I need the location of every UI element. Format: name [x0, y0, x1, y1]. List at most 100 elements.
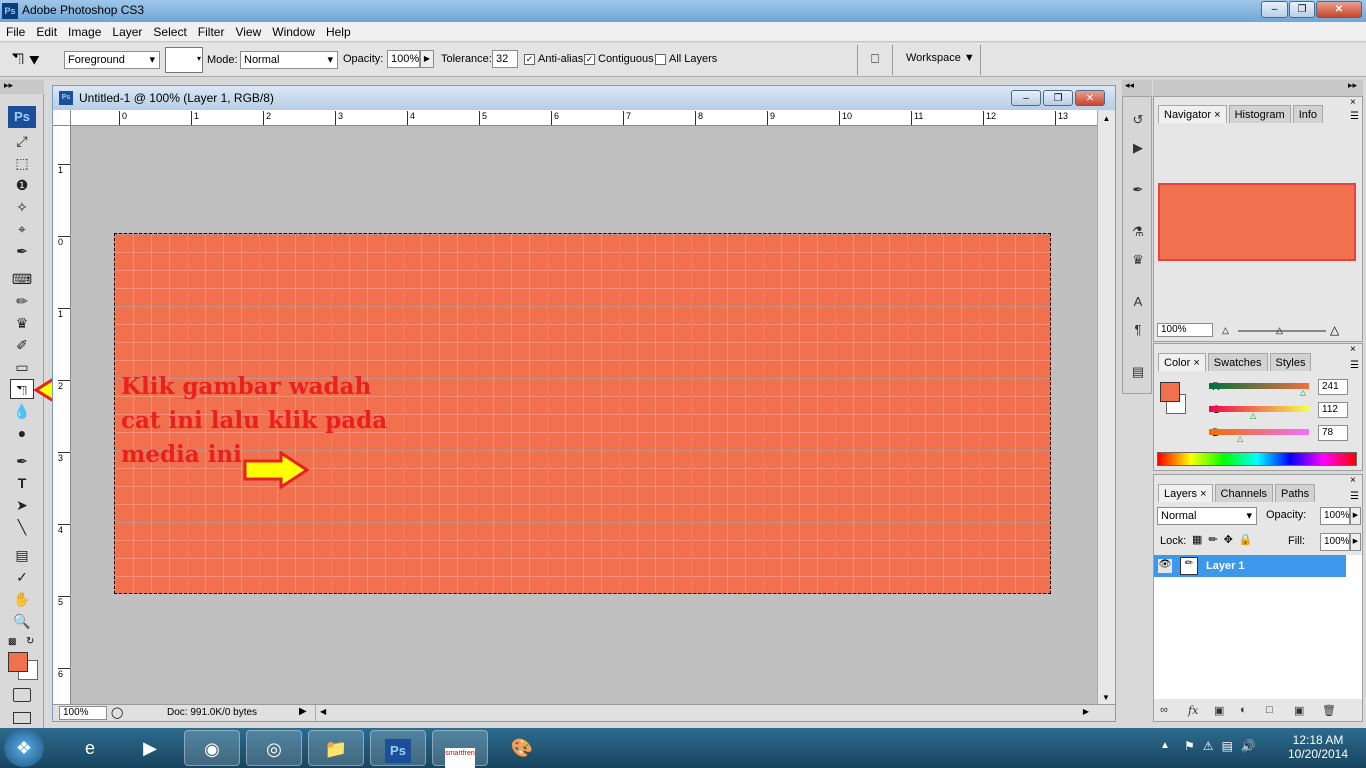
color-foreground-swatch[interactable]: [1160, 382, 1180, 402]
menu-select[interactable]: Select: [153, 22, 186, 42]
slice-tool-icon[interactable]: ✒: [10, 241, 34, 261]
menu-help[interactable]: Help: [326, 22, 351, 42]
close-icon[interactable]: ×: [1200, 488, 1206, 500]
minimize-button[interactable]: –: [1261, 1, 1288, 18]
b-slider-thumb-icon[interactable]: △: [1237, 434, 1243, 443]
layer-mask-icon[interactable]: ▣: [1214, 704, 1224, 717]
lock-icons[interactable]: ▦✏✥🔒: [1192, 533, 1259, 546]
browser-icon[interactable]: ◎: [246, 730, 302, 766]
panel-menu-icon[interactable]: ☰: [1350, 111, 1359, 122]
zoom-tool-icon[interactable]: 🔍: [10, 611, 34, 631]
bridge-icon[interactable]: ⎕: [864, 51, 886, 69]
panel-close-icon[interactable]: ×: [1350, 475, 1356, 486]
eyedropper-tool-icon[interactable]: ✓: [10, 567, 34, 587]
tab-styles[interactable]: Styles: [1269, 353, 1312, 371]
close-icon[interactable]: ×: [1214, 109, 1220, 121]
notes-tool-icon[interactable]: ▤: [10, 545, 34, 565]
mode-select[interactable]: Normal ▾: [240, 51, 338, 69]
blur-tool-icon[interactable]: 💧: [10, 401, 34, 421]
menu-file[interactable]: File: [6, 22, 25, 42]
status-menu-arrow-icon[interactable]: ▶: [299, 706, 307, 717]
tab-info[interactable]: Info: [1292, 105, 1324, 123]
vertical-scrollbar[interactable]: ▲ ▼: [1097, 110, 1115, 704]
clock[interactable]: 12:18 AM 10/20/2014: [1278, 733, 1358, 761]
swap-colors-icon[interactable]: ↻: [26, 636, 34, 647]
opacity-arrow-icon[interactable]: ▶: [1350, 507, 1361, 525]
navigator-zoom-input[interactable]: 100%: [1157, 323, 1213, 337]
scroll-right-icon[interactable]: ▶: [1083, 707, 1089, 716]
g-slider[interactable]: [1209, 406, 1309, 412]
screen-mode-icon[interactable]: [13, 712, 31, 724]
zoom-input[interactable]: 100%: [59, 706, 107, 720]
link-layers-icon[interactable]: ∞: [1160, 704, 1168, 716]
lasso-tool-icon[interactable]: ❶: [10, 175, 34, 195]
doc-minimize-button[interactable]: –: [1011, 90, 1041, 106]
new-group-icon[interactable]: □: [1266, 704, 1273, 716]
zoom-out-icon[interactable]: △: [1222, 325, 1229, 336]
scroll-down-icon[interactable]: ▼: [1098, 693, 1114, 702]
layer-row[interactable]: 👁 ✏ Layer 1: [1154, 555, 1346, 577]
move-tool-icon[interactable]: ⤢: [10, 131, 34, 151]
show-hidden-icons[interactable]: ▲: [1160, 740, 1170, 751]
paint-bucket-tool-icon[interactable]: ⛠: [10, 379, 34, 399]
scroll-up-icon[interactable]: ▲: [1098, 114, 1115, 123]
marquee-tool-icon[interactable]: ⬚: [10, 153, 34, 173]
canvas-area[interactable]: Klik gambar wadah cat ini lalu klik pada…: [71, 126, 1095, 704]
status-options-icon[interactable]: ◯: [111, 706, 123, 719]
history-panel-icon[interactable]: ↺: [1127, 109, 1149, 131]
scroll-left-icon[interactable]: ◀: [320, 707, 326, 716]
paragraph-panel-icon[interactable]: ¶: [1127, 319, 1149, 341]
media-player-icon[interactable]: ▶: [122, 730, 178, 766]
slider-thumb-icon[interactable]: △: [1276, 325, 1283, 336]
tab-swatches[interactable]: Swatches: [1207, 353, 1268, 371]
g-slider-thumb-icon[interactable]: △: [1250, 411, 1256, 420]
start-button-icon[interactable]: ❖: [4, 729, 44, 767]
default-colors-icon[interactable]: ▩: [8, 636, 17, 647]
close-icon[interactable]: ×: [1193, 357, 1199, 369]
navigator-preview[interactable]: [1158, 183, 1356, 261]
eraser-tool-icon[interactable]: ▭: [10, 357, 34, 377]
r-slider[interactable]: [1209, 383, 1309, 389]
navigator-zoom-slider[interactable]: △: [1238, 325, 1326, 335]
anti-alias-checkbox[interactable]: ✓ Anti-alias: [524, 53, 583, 65]
quick-mask-icon[interactable]: [13, 688, 31, 702]
eye-icon[interactable]: 👁: [1158, 559, 1172, 573]
fill-source-select[interactable]: Foreground ▾: [64, 51, 160, 69]
r-slider-thumb-icon[interactable]: △: [1300, 388, 1306, 397]
opacity-input[interactable]: 100%: [387, 50, 420, 68]
smartfren-taskbar-button[interactable]: smartfren: [432, 730, 488, 768]
layer-comps-panel-icon[interactable]: ▤: [1127, 361, 1149, 383]
tab-channels[interactable]: Channels: [1214, 484, 1274, 502]
adjustment-layer-icon[interactable]: ◐: [1240, 704, 1247, 716]
clone-source-panel-icon[interactable]: ♛: [1127, 249, 1149, 271]
healing-brush-tool-icon[interactable]: ⌨: [10, 269, 34, 289]
panel-close-icon[interactable]: ×: [1350, 97, 1356, 108]
tab-histogram[interactable]: Histogram: [1228, 105, 1291, 123]
tray-icons[interactable]: ⚑⚠▤🔊: [1184, 739, 1264, 753]
foreground-color-swatch[interactable]: [8, 652, 28, 672]
b-slider[interactable]: [1209, 429, 1309, 435]
tab-color[interactable]: Color ×: [1158, 353, 1206, 371]
actions-panel-icon[interactable]: ▶: [1127, 137, 1149, 159]
character-panel-icon[interactable]: A: [1127, 291, 1149, 313]
crop-tool-icon[interactable]: ⌖: [10, 219, 34, 239]
workspace-menu[interactable]: Workspace ▼: [906, 52, 975, 64]
fill-input[interactable]: 100%: [1320, 533, 1350, 551]
paint-bucket-preset-icon[interactable]: ⛠ ▾: [12, 50, 52, 70]
dodge-tool-icon[interactable]: ●: [10, 423, 34, 443]
opacity-slider-arrow[interactable]: ▶: [420, 50, 434, 68]
color-spectrum-ramp[interactable]: [1157, 452, 1357, 466]
contiguous-checkbox[interactable]: ✓ Contiguous: [584, 53, 654, 65]
history-brush-tool-icon[interactable]: ✐: [10, 335, 34, 355]
menu-window[interactable]: Window: [272, 22, 315, 42]
tab-layers[interactable]: Layers ×: [1158, 484, 1213, 502]
hand-tool-icon[interactable]: ✋: [10, 589, 34, 609]
delete-layer-icon[interactable]: 🗑: [1322, 704, 1336, 717]
tolerance-input[interactable]: 32: [492, 50, 518, 68]
path-selection-tool-icon[interactable]: ➤: [10, 495, 34, 515]
layer-style-icon[interactable]: fx: [1188, 704, 1198, 717]
menu-layer[interactable]: Layer: [112, 22, 142, 42]
brush-tool-icon[interactable]: ✏: [10, 291, 34, 311]
doc-restore-button[interactable]: ❐: [1043, 90, 1073, 106]
panel-menu-icon[interactable]: ☰: [1350, 491, 1359, 502]
